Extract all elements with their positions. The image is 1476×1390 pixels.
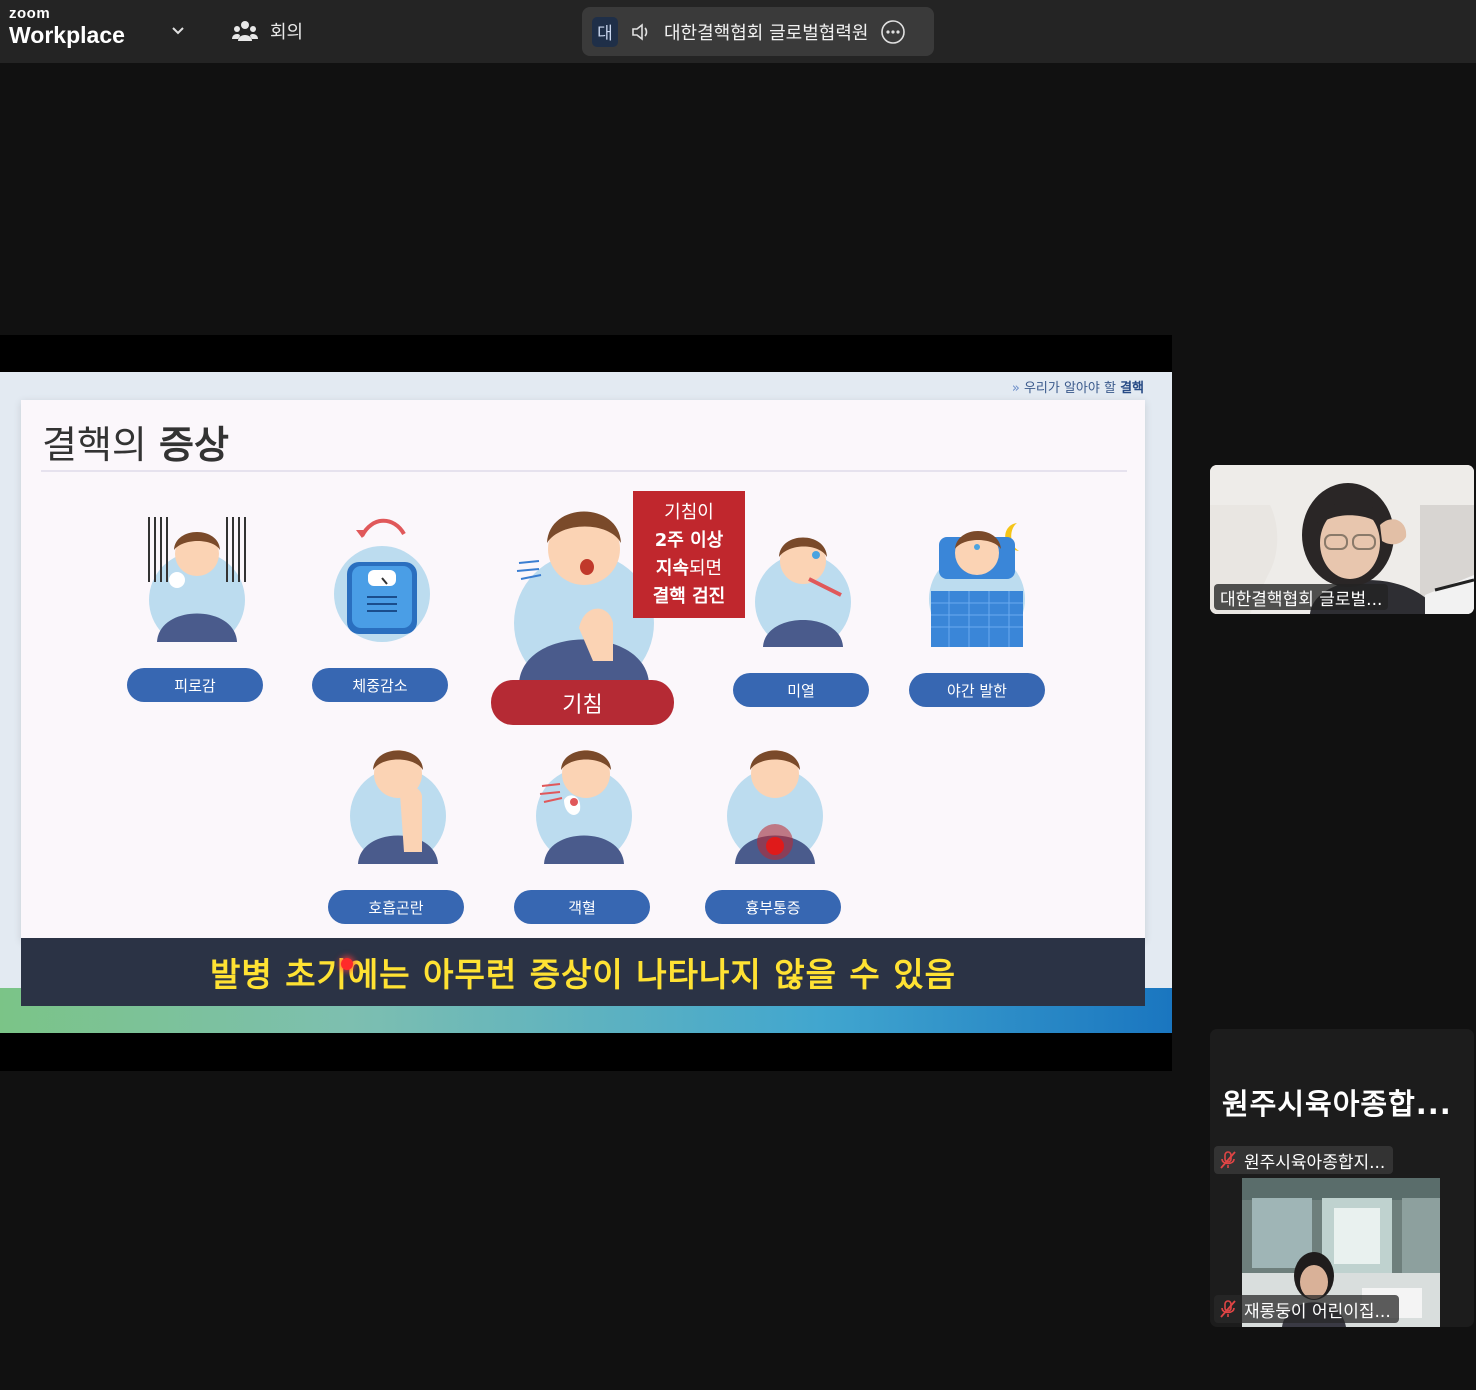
zoom-workplace-logo[interactable]: zoom Workplace [9,5,125,49]
symptom-night-sweats: 야간 발한 [909,517,1049,707]
slide-caption-bar: 발병 초기에는 아무런 증상이 나타나지 않을 수 있음 [21,938,1145,1006]
note-line-3: 지속되면 [633,555,745,583]
microphone-muted-icon [1220,1300,1236,1318]
symptom-label: 흉부통증 [705,890,841,924]
symptom-weight-loss: 체중감소 [312,512,452,702]
symptom-low-fever: 미열 [733,517,873,707]
slide-header-tag: » 우리가 알아야 할 결핵 [1012,377,1144,396]
title-bold: 증상 [158,423,229,467]
note-line-4: 결핵 검진 [652,586,726,607]
slide-card: 결핵의 증상 피로감 체중감소 기침 기침이 2주 이상 지속되면 결핵 검진 … [21,400,1145,940]
note-line-3-bold: 지속 [655,558,689,579]
cough-note-box: 기침이 2주 이상 지속되면 결핵 검진 [633,491,745,618]
coughing-blood-person-icon [536,750,632,864]
title-light: 결핵의 [42,423,147,467]
active-speaker-pill[interactable]: 대 대한결핵협회 글로벌협력원 [582,7,934,56]
symptom-chest-pain: 흉부통증 [705,734,845,924]
fever-person-icon [755,537,851,647]
note-line-3-rest: 되면 [689,558,723,579]
symptom-label: 야간 발한 [909,673,1045,707]
top-bar: zoom Workplace 회의 대 대한결핵협회 글로벌협력원 [0,0,1476,63]
header-bold: 결핵 [1120,381,1144,396]
laser-pointer-dot [341,958,353,970]
participant-group-tile[interactable]: 원주시육아종합... 원주시육아종합지... 재롱둥이 어린이집... [1210,1029,1474,1327]
group-member-1: 원주시육아종합지... [1214,1146,1394,1174]
meeting-label: 회의 [270,22,304,43]
shared-screen[interactable]: » 우리가 알아야 할 결핵 결핵의 증상 피로감 체중감소 기침 기침이 2주… [0,335,1172,1071]
brand-small-text: zoom [9,5,51,22]
brand-large-text: Workplace [9,22,125,48]
participants-icon [232,21,258,41]
speaker-initial-badge: 대 [592,16,618,47]
symptom-label: 체중감소 [312,668,448,702]
night-sweat-person-icon [929,523,1025,647]
chest-pain-person-icon [727,750,823,864]
symptom-label: 피로감 [127,668,263,702]
chevron-down-icon[interactable] [168,20,188,40]
symptom-label: 미열 [733,673,869,707]
microphone-muted-icon [1220,1151,1236,1169]
presentation-slide: » 우리가 알아야 할 결핵 결핵의 증상 피로감 체중감소 기침 기침이 2주… [0,372,1172,1033]
symptom-hemoptysis: 객혈 [514,734,654,924]
group-member-2: 재롱둥이 어린이집... [1214,1295,1399,1323]
speaker-video-tile[interactable]: 대한결핵협회 글로벌... [1210,465,1474,614]
group-title: 원주시육아종합... [1222,1087,1452,1121]
breathing-difficulty-person-icon [350,750,446,864]
fatigue-person-icon [148,517,246,642]
chevron-double-icon: » [1011,381,1020,396]
member-name: 원주시육아종합지... [1244,1152,1386,1173]
active-speaker-name: 대한결핵협회 글로벌협력원 [664,22,869,44]
symptom-label-highlight: 기침 [491,680,674,725]
symptom-label: 호흡곤란 [328,890,464,924]
title-divider [41,470,1127,472]
more-options-icon[interactable] [880,19,906,45]
header-prefix: 우리가 알아야 할 [1023,381,1116,396]
participant-name-label: 대한결핵협회 글로벌... [1214,584,1389,610]
symptom-label: 객혈 [514,890,650,924]
member-name: 재롱둥이 어린이집... [1244,1301,1391,1322]
scale-icon [334,518,430,642]
note-line-2: 2주 이상 [654,530,724,551]
symptom-dyspnea: 호흡곤란 [328,734,468,924]
slide-title: 결핵의 증상 [42,414,229,469]
note-line-1: 기침이 [664,502,714,523]
meeting-menu[interactable]: 회의 [232,16,303,46]
speaker-icon [632,22,648,41]
symptom-fatigue: 피로감 [127,512,267,702]
